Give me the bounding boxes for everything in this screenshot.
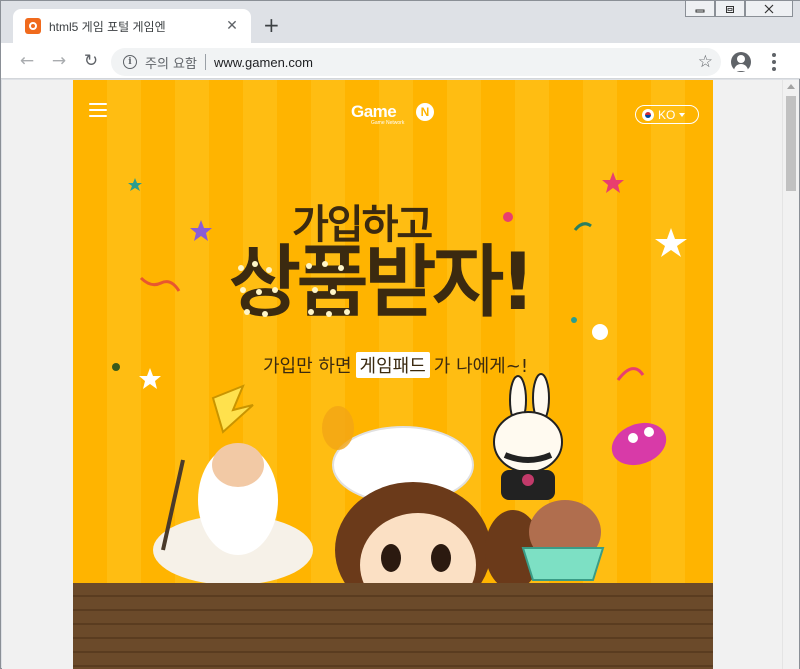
- restore-icon: [726, 5, 734, 13]
- coin-icon: [322, 406, 354, 450]
- character-illustration: [153, 373, 667, 669]
- forward-button[interactable]: →: [43, 45, 75, 77]
- page-viewport: Game N Game Network KO 가입하고 상품받자! 가입만 하면…: [2, 80, 782, 669]
- zeus-character: [153, 384, 313, 585]
- favicon-icon: [25, 18, 41, 34]
- browser-toolbar: ← → ↻ i 주의 요함 www.gamen.com ☆: [1, 43, 800, 79]
- close-icon: [764, 4, 774, 13]
- close-window-button[interactable]: [745, 1, 793, 17]
- pink-blob-character: [611, 422, 667, 466]
- event-banner: Game N Game Network KO 가입하고 상품받자! 가입만 하면…: [73, 80, 713, 669]
- browser-menu-icon[interactable]: [771, 53, 777, 71]
- vertical-scrollbar[interactable]: [782, 80, 799, 669]
- omnibox-divider: [204, 54, 206, 70]
- window-controls: [685, 1, 793, 17]
- rabbit-character: [493, 373, 563, 500]
- wooden-floor: [73, 583, 713, 669]
- tab-close-icon[interactable]: ✕: [223, 18, 241, 34]
- bookmark-star-icon[interactable]: ☆: [698, 52, 713, 72]
- back-button[interactable]: ←: [11, 45, 43, 77]
- browser-tab[interactable]: html5 게임 포털 게임엔 ✕: [13, 9, 251, 43]
- tab-strip: html5 게임 포털 게임엔 ✕ +: [1, 1, 800, 43]
- address-bar[interactable]: i 주의 요함 www.gamen.com ☆: [111, 48, 721, 76]
- mole-character: [521, 500, 605, 581]
- scroll-thumb[interactable]: [786, 96, 796, 191]
- security-label[interactable]: 주의 요함: [145, 53, 197, 72]
- reload-button[interactable]: ↻: [75, 45, 107, 77]
- new-tab-button[interactable]: +: [263, 15, 280, 35]
- info-icon[interactable]: i: [123, 55, 137, 69]
- url-text[interactable]: www.gamen.com: [214, 55, 313, 70]
- browser-window: html5 게임 포털 게임엔 ✕ + ← → ↻ i 주의 요함 www.ga…: [0, 0, 800, 669]
- account-icon[interactable]: [731, 52, 751, 72]
- minimize-icon: [695, 9, 705, 12]
- scroll-up-icon[interactable]: [787, 84, 795, 89]
- minimize-button[interactable]: [685, 1, 715, 17]
- tab-title: html5 게임 포털 게임엔: [49, 19, 166, 34]
- restore-button[interactable]: [715, 1, 745, 17]
